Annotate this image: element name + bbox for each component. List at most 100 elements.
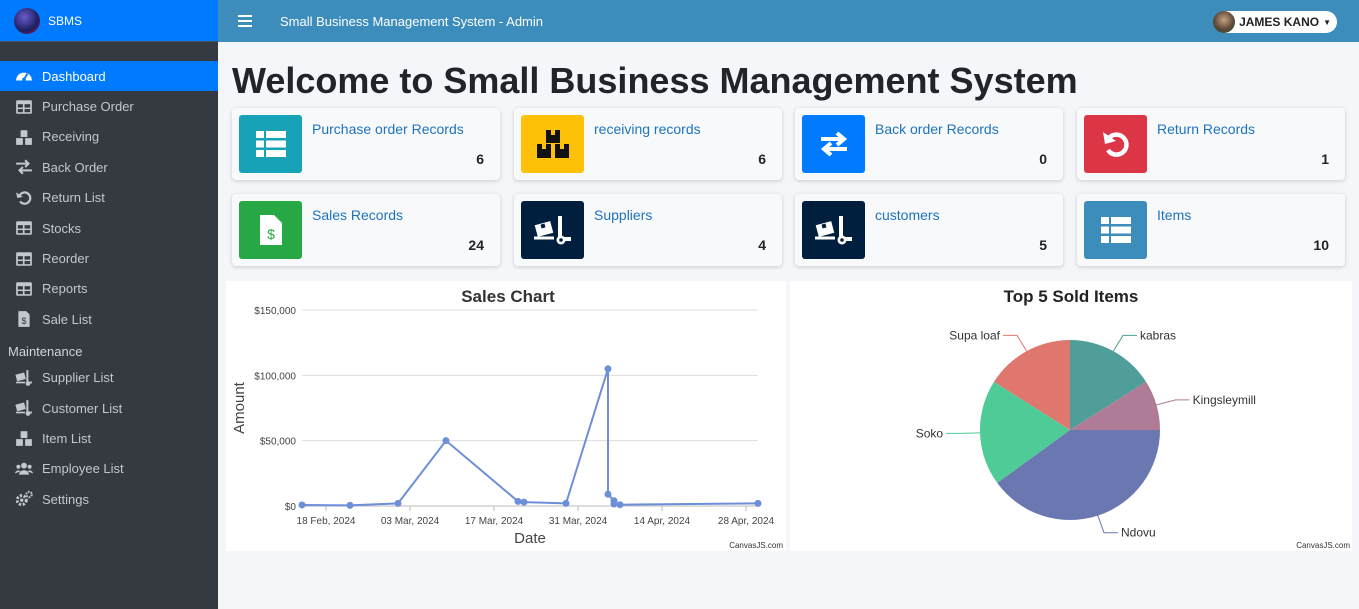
card-label[interactable]: customers	[875, 207, 940, 223]
info-card-back-order-records[interactable]: Back order Records 0	[795, 108, 1063, 180]
avatar	[1213, 11, 1236, 33]
info-card-customers[interactable]: customers 5	[795, 194, 1063, 266]
sidebar-item-settings[interactable]: Settings	[0, 484, 218, 514]
pie-label: Kingsleymill	[1193, 393, 1256, 407]
data-point	[442, 437, 450, 445]
data-point	[754, 499, 762, 507]
pie-label-line	[1156, 399, 1190, 406]
sidebar-item-label: Sale List	[42, 311, 92, 327]
series-line	[301, 368, 759, 507]
sidebar-item-label: Reorder	[42, 251, 89, 267]
brand-logo	[14, 7, 40, 34]
cogs-icon	[14, 490, 34, 508]
info-card-suppliers[interactable]: Suppliers 4	[514, 194, 782, 266]
svg-text:$: $	[267, 226, 275, 242]
sidebar-item-sale-list[interactable]: $ Sale List	[0, 304, 218, 334]
exchange-icon	[14, 158, 34, 176]
pie-label: Ndovu	[1121, 526, 1156, 540]
file-invoice-dollar-icon: $	[239, 201, 302, 259]
card-label[interactable]: Items	[1157, 207, 1191, 223]
chart-title: Sales Chart	[461, 287, 555, 306]
brand-link[interactable]: SBMS	[0, 0, 218, 42]
pie-label-line	[1112, 334, 1137, 352]
chart-title: Top 5 Sold Items	[1004, 287, 1139, 306]
top-items-chart: Top 5 Sold Items kabras Kingsleymill Ndovu S…	[916, 287, 1351, 550]
user-dropdown[interactable]: JAMES KANO ▼	[1213, 11, 1337, 33]
card-label[interactable]: Purchase order Records	[312, 121, 464, 137]
card-value: 6	[476, 151, 484, 167]
sidebar-item-receiving[interactable]: Receiving	[0, 122, 218, 152]
hamburger-menu-icon[interactable]	[238, 15, 252, 27]
sidebar-item-label: Reports	[42, 281, 88, 297]
sidebar-item-label: Stocks	[42, 220, 82, 236]
info-card-return-records[interactable]: Return Records 1	[1077, 108, 1345, 180]
sidebar-item-supplier-list[interactable]: Supplier List	[0, 363, 218, 393]
sidebar-menu: Dashboard Purchase Order Receiving Back Ord…	[0, 61, 218, 514]
info-card-purchase-order-records[interactable]: Purchase order Records 6	[232, 108, 500, 180]
pie-label-line	[1003, 334, 1028, 352]
user-name: JAMES KANO	[1239, 15, 1320, 29]
svg-text:$: $	[21, 316, 26, 326]
table-icon	[14, 219, 34, 237]
card-value: 6	[758, 151, 766, 167]
sidebar-item-return-list[interactable]: Return List	[0, 183, 218, 213]
card-value: 24	[468, 237, 484, 253]
sidebar-item-stocks[interactable]: Stocks	[0, 213, 218, 243]
sidebar-item-back-order[interactable]: Back Order	[0, 152, 218, 182]
card-value: 10	[1313, 237, 1329, 253]
card-label[interactable]: Return Records	[1157, 121, 1255, 137]
sidebar-item-label: Customer List	[42, 400, 123, 416]
sidebar-item-label: Dashboard	[42, 68, 106, 84]
table-icon	[14, 280, 34, 298]
caret-down-icon: ▼	[1323, 17, 1331, 27]
sidebar-item-purchase-order[interactable]: Purchase Order	[0, 91, 218, 121]
sidebar-item-reorder[interactable]: Reorder	[0, 243, 218, 273]
sidebar-item-label: Purchase Order	[42, 99, 134, 115]
y-tick-label: $100,000	[254, 371, 296, 382]
x-tick-label: 14 Apr, 2024	[634, 516, 691, 527]
data-point	[394, 499, 402, 507]
card-label[interactable]: receiving records	[594, 121, 701, 137]
undo-icon	[14, 189, 34, 207]
card-value: 1	[1321, 151, 1329, 167]
data-point	[604, 365, 612, 373]
users-icon	[14, 460, 34, 478]
truck-loading-icon	[14, 399, 34, 417]
sales-chart-panel: Sales Chart $0 $50,000 $100,000 $150,000 18 F…	[226, 281, 786, 551]
pie-label: Soko	[916, 426, 944, 440]
info-card-sales-records[interactable]: $ Sales Records 24	[232, 194, 500, 266]
sidebar: SBMS Dashboard Purchase Order Receiving Bac…	[0, 0, 218, 609]
table-icon	[239, 115, 302, 173]
info-card-receiving-records[interactable]: receiving records 6	[514, 108, 782, 180]
data-point	[610, 500, 618, 508]
sidebar-item-label: Supplier List	[42, 370, 114, 386]
sidebar-item-reports[interactable]: Reports	[0, 274, 218, 304]
y-tick-label: $50,000	[260, 437, 297, 448]
boxes-icon	[14, 429, 34, 447]
pie-label: kabras	[1140, 328, 1176, 342]
brand-name: SBMS	[48, 13, 83, 28]
sidebar-item-item-list[interactable]: Item List	[0, 423, 218, 453]
card-value: 5	[1039, 237, 1047, 253]
boxes-icon	[521, 115, 584, 173]
truck-loading-icon	[521, 201, 584, 259]
truck-loading-icon	[14, 369, 34, 387]
x-tick-label: 28 Apr, 2024	[718, 516, 775, 527]
sidebar-item-customer-list[interactable]: Customer List	[0, 393, 218, 423]
data-point	[520, 498, 528, 506]
card-label[interactable]: Sales Records	[312, 207, 403, 223]
data-point	[604, 490, 612, 498]
info-card-items[interactable]: Items 10	[1077, 194, 1345, 266]
exchange-icon	[802, 115, 865, 173]
data-point	[298, 501, 306, 509]
sidebar-item-dashboard[interactable]: Dashboard	[0, 61, 218, 92]
sidebar-header-maintenance: Maintenance	[8, 343, 83, 359]
data-point	[562, 499, 570, 507]
card-label[interactable]: Suppliers	[594, 207, 652, 223]
sidebar-item-employee-list[interactable]: Employee List	[0, 454, 218, 484]
pie-label-line	[1097, 515, 1118, 534]
card-label[interactable]: Back order Records	[875, 121, 999, 137]
y-axis-label: Amount	[231, 381, 248, 434]
file-invoice-icon: $	[14, 310, 34, 328]
app-title: Small Business Management System - Admin	[280, 13, 543, 29]
